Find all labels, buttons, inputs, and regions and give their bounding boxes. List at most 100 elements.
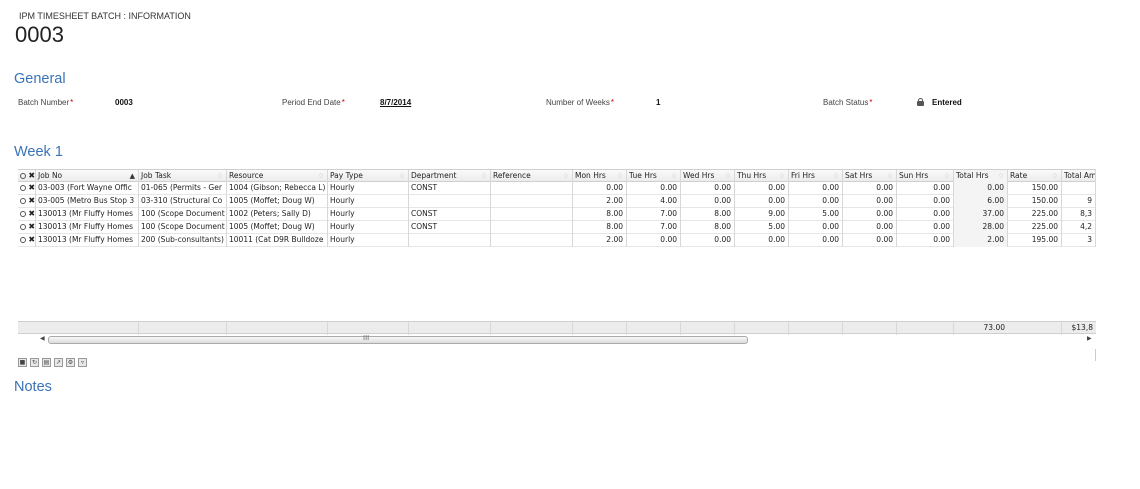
cell-department[interactable] <box>409 234 491 247</box>
cell-wed[interactable]: 0.00 <box>681 182 735 195</box>
cell-pay-type[interactable]: Hourly <box>328 195 409 208</box>
cell-thu[interactable]: 0.00 <box>735 195 789 208</box>
horizontal-scrollbar[interactable]: ◀ III ▶ <box>18 334 1096 345</box>
cell-pay-type[interactable]: Hourly <box>328 221 409 234</box>
cell-job-no[interactable]: 03-003 (Fort Wayne Offic <box>36 182 139 195</box>
cell-resource[interactable]: 10011 (Cat D9R Bulldoze <box>227 234 328 247</box>
cell-wed[interactable]: 0.00 <box>681 234 735 247</box>
sort-ascending-icon[interactable]: ▲ <box>130 170 135 182</box>
cell-job-no[interactable]: 03-005 (Metro Bus Stop 3 <box>36 195 139 208</box>
cell-pay-type[interactable]: Hourly <box>328 234 409 247</box>
cell-tue[interactable]: 4.00 <box>627 195 681 208</box>
cell-department[interactable]: CONST <box>409 208 491 221</box>
cell-mon[interactable]: 8.00 <box>573 208 627 221</box>
filter-icon[interactable]: ▿ <box>78 358 87 367</box>
cell-mon[interactable]: 0.00 <box>573 182 627 195</box>
cell-sun[interactable]: 0.00 <box>897 182 954 195</box>
row-select-icon[interactable] <box>20 236 26 243</box>
cell-fri[interactable]: 0.00 <box>789 182 843 195</box>
cell-job-task[interactable]: 01-065 (Permits - Ger <box>139 182 227 195</box>
sort-icon[interactable]: ♢ <box>998 170 1004 182</box>
row-select-icon[interactable] <box>20 197 26 204</box>
cell-thu[interactable]: 0.00 <box>735 234 789 247</box>
cell-department[interactable]: CONST <box>409 182 491 195</box>
cell-sat[interactable]: 0.00 <box>843 221 897 234</box>
row-delete-icon[interactable]: ✖ <box>28 222 35 231</box>
table-row[interactable]: ✖ 130013 (Mr Fluffy Homes 200 (Sub-consult… <box>18 234 1096 247</box>
cell-sun[interactable]: 0.00 <box>897 208 954 221</box>
cell-department[interactable] <box>409 195 491 208</box>
cell-resource[interactable]: 1002 (Peters; Sally D) <box>227 208 328 221</box>
cell-reference[interactable] <box>491 234 573 247</box>
cell-fri[interactable]: 5.00 <box>789 208 843 221</box>
cell-rate[interactable]: 195.00 <box>1008 234 1062 247</box>
sort-icon[interactable]: ♢ <box>617 170 623 182</box>
cell-wed[interactable]: 8.00 <box>681 221 735 234</box>
table-row[interactable]: ✖ 03-005 (Metro Bus Stop 3 03-310 (Structu… <box>18 195 1096 208</box>
delete-all-icon[interactable]: ✖ <box>28 171 35 180</box>
cell-department[interactable]: CONST <box>409 221 491 234</box>
cell-mon[interactable]: 2.00 <box>573 195 627 208</box>
sort-icon[interactable]: ♢ <box>399 170 405 182</box>
sort-icon[interactable]: ♢ <box>944 170 950 182</box>
row-select-icon[interactable] <box>20 210 26 217</box>
cell-sun[interactable]: 0.00 <box>897 221 954 234</box>
settings-icon[interactable]: ⚙ <box>66 358 75 367</box>
cell-job-task[interactable]: 100 (Scope Document <box>139 221 227 234</box>
table-row[interactable]: ✖ 03-003 (Fort Wayne Offic 01-065 (Permits… <box>18 182 1096 195</box>
cell-fri[interactable]: 0.00 <box>789 234 843 247</box>
cell-reference[interactable] <box>491 208 573 221</box>
cell-mon[interactable]: 2.00 <box>573 234 627 247</box>
sort-icon[interactable]: ♢ <box>563 170 569 182</box>
cell-tue[interactable]: 0.00 <box>627 182 681 195</box>
row-delete-icon[interactable]: ✖ <box>28 235 35 244</box>
row-select-icon[interactable] <box>20 223 26 230</box>
cell-amount[interactable]: 4,2 <box>1062 221 1096 234</box>
cell-amount[interactable]: 8,3 <box>1062 208 1096 221</box>
cell-amount[interactable]: 9 <box>1062 195 1096 208</box>
cell-reference[interactable] <box>491 221 573 234</box>
cell-tue[interactable]: 7.00 <box>627 221 681 234</box>
sort-icon[interactable]: ♢ <box>1052 170 1058 182</box>
table-row[interactable]: ✖ 130013 (Mr Fluffy Homes 100 (Scope Docum… <box>18 208 1096 221</box>
scroll-left-icon[interactable]: ◀ <box>40 335 45 342</box>
table-row[interactable]: ✖ 130013 (Mr Fluffy Homes 100 (Scope Docum… <box>18 221 1096 234</box>
cell-total[interactable]: 2.00 <box>954 234 1008 247</box>
cell-resource[interactable]: 1005 (Moffet; Doug W) <box>227 195 328 208</box>
sort-icon[interactable]: ♢ <box>671 170 677 182</box>
period-end-link[interactable]: 8/7/2014 <box>380 98 411 107</box>
sort-icon[interactable]: ♢ <box>318 170 324 182</box>
new-row-icon[interactable]: ■ <box>18 358 27 367</box>
cell-total[interactable]: 6.00 <box>954 195 1008 208</box>
cell-sat[interactable]: 0.00 <box>843 208 897 221</box>
cell-tue[interactable]: 7.00 <box>627 208 681 221</box>
export-icon[interactable]: ↗ <box>54 358 63 367</box>
cell-fri[interactable]: 0.00 <box>789 221 843 234</box>
cell-wed[interactable]: 8.00 <box>681 208 735 221</box>
cell-total[interactable]: 28.00 <box>954 221 1008 234</box>
cell-reference[interactable] <box>491 182 573 195</box>
cell-resource[interactable]: 1005 (Moffet; Doug W) <box>227 221 328 234</box>
scroll-thumb[interactable] <box>48 336 748 344</box>
cell-rate[interactable]: 150.00 <box>1008 195 1062 208</box>
refresh-icon[interactable]: ↻ <box>30 358 39 367</box>
sort-icon[interactable]: ♢ <box>887 170 893 182</box>
cell-job-task[interactable]: 200 (Sub-consultants) <box>139 234 227 247</box>
cell-job-task[interactable]: 100 (Scope Document <box>139 208 227 221</box>
select-all-icon[interactable] <box>20 172 26 179</box>
row-delete-icon[interactable]: ✖ <box>28 209 35 218</box>
cell-total[interactable]: 37.00 <box>954 208 1008 221</box>
cell-amount[interactable]: 3 <box>1062 234 1096 247</box>
scroll-right-icon[interactable]: ▶ <box>1087 335 1092 342</box>
sort-icon[interactable]: ♢ <box>779 170 785 182</box>
cell-total[interactable]: 0.00 <box>954 182 1008 195</box>
cell-wed[interactable]: 0.00 <box>681 195 735 208</box>
cell-pay-type[interactable]: Hourly <box>328 208 409 221</box>
cell-thu[interactable]: 9.00 <box>735 208 789 221</box>
cell-sun[interactable]: 0.00 <box>897 234 954 247</box>
cell-job-task[interactable]: 03-310 (Structural Co <box>139 195 227 208</box>
cell-amount[interactable] <box>1062 182 1096 195</box>
cell-thu[interactable]: 0.00 <box>735 182 789 195</box>
cell-sat[interactable]: 0.00 <box>843 234 897 247</box>
cell-rate[interactable]: 225.00 <box>1008 221 1062 234</box>
